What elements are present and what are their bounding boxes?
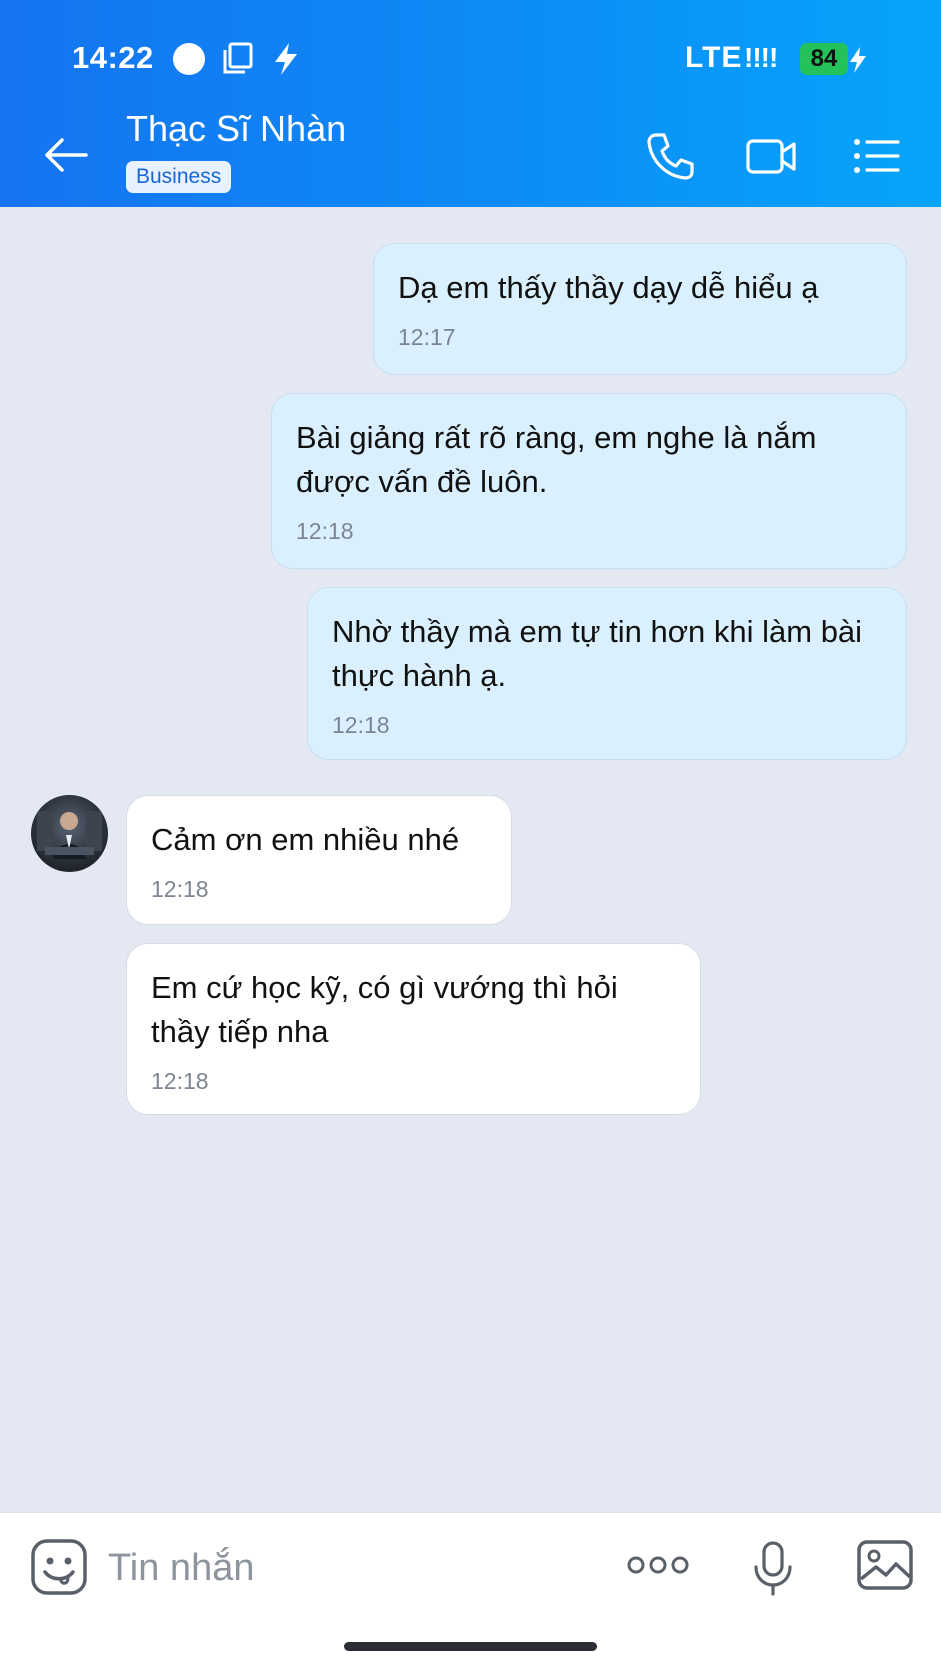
call-button[interactable] [644, 130, 696, 182]
message-time: 12:18 [151, 1068, 209, 1094]
more-options-icon [627, 1556, 689, 1574]
home-indicator[interactable] [344, 1642, 597, 1651]
message-text: Dạ em thấy thầy dạy dễ hiểu ạ [398, 270, 819, 305]
phone-icon [647, 133, 694, 180]
message-bubble-received[interactable]: Em cứ học kỹ, có gì vướng thì hỏi thầy t… [126, 943, 701, 1115]
message-text: Em cứ học kỹ, có gì vướng thì hỏi thầy t… [151, 970, 618, 1049]
sticker-button[interactable] [30, 1538, 88, 1601]
message-text: Cảm ơn em nhiều nhé [151, 822, 460, 857]
signal-strength: !!!! [744, 42, 778, 73]
image-icon [857, 1540, 913, 1590]
sticker-icon [31, 1539, 87, 1595]
message-time: 12:18 [151, 876, 209, 902]
contact-avatar[interactable] [31, 795, 108, 872]
battery-charging-icon [848, 46, 868, 79]
back-button[interactable] [42, 130, 92, 180]
message-time: 12:18 [296, 518, 354, 544]
circle-icon [172, 42, 206, 81]
message-time: 12:17 [398, 324, 456, 350]
microphone-icon [754, 1541, 792, 1596]
chat-header: 14:22 LTE !!!! 84 Thạc Sĩ Nhàn Business [0, 0, 941, 207]
message-bubble-sent[interactable]: Nhờ thầy mà em tự tin hơn khi làm bài th… [307, 587, 907, 760]
message-input[interactable] [108, 1540, 608, 1596]
status-bar: 14:22 LTE !!!! 84 [0, 0, 941, 115]
business-badge: Business [126, 161, 232, 193]
contact-name[interactable]: Thạc Sĩ Nhàn [126, 108, 346, 150]
message-bubble-sent[interactable]: Bài giảng rất rõ ràng, em nghe là nắm đư… [271, 393, 907, 569]
message-text: Bài giảng rất rõ ràng, em nghe là nắm đư… [296, 420, 817, 499]
message-bubble-received[interactable]: Cảm ơn em nhiều nhé 12:18 [126, 795, 512, 925]
video-call-button[interactable] [745, 130, 797, 182]
video-icon [746, 139, 796, 174]
message-bubble-sent[interactable]: Dạ em thấy thầy dạy dễ hiểu ạ 12:17 [373, 243, 907, 375]
menu-button[interactable] [852, 130, 904, 182]
back-arrow-icon [45, 138, 88, 172]
more-options-button[interactable] [627, 1550, 689, 1585]
message-text: Nhờ thầy mà em tự tin hơn khi làm bài th… [332, 614, 863, 693]
message-time: 12:18 [332, 712, 390, 738]
send-image-button[interactable] [856, 1539, 914, 1596]
network-type: LTE [685, 41, 743, 74]
battery-level: 84 [800, 43, 848, 75]
screen-icon [223, 42, 253, 79]
bolt-icon [272, 42, 300, 81]
status-time: 14:22 [72, 40, 154, 75]
voice-message-button[interactable] [752, 1540, 794, 1601]
menu-list-icon [854, 139, 900, 173]
